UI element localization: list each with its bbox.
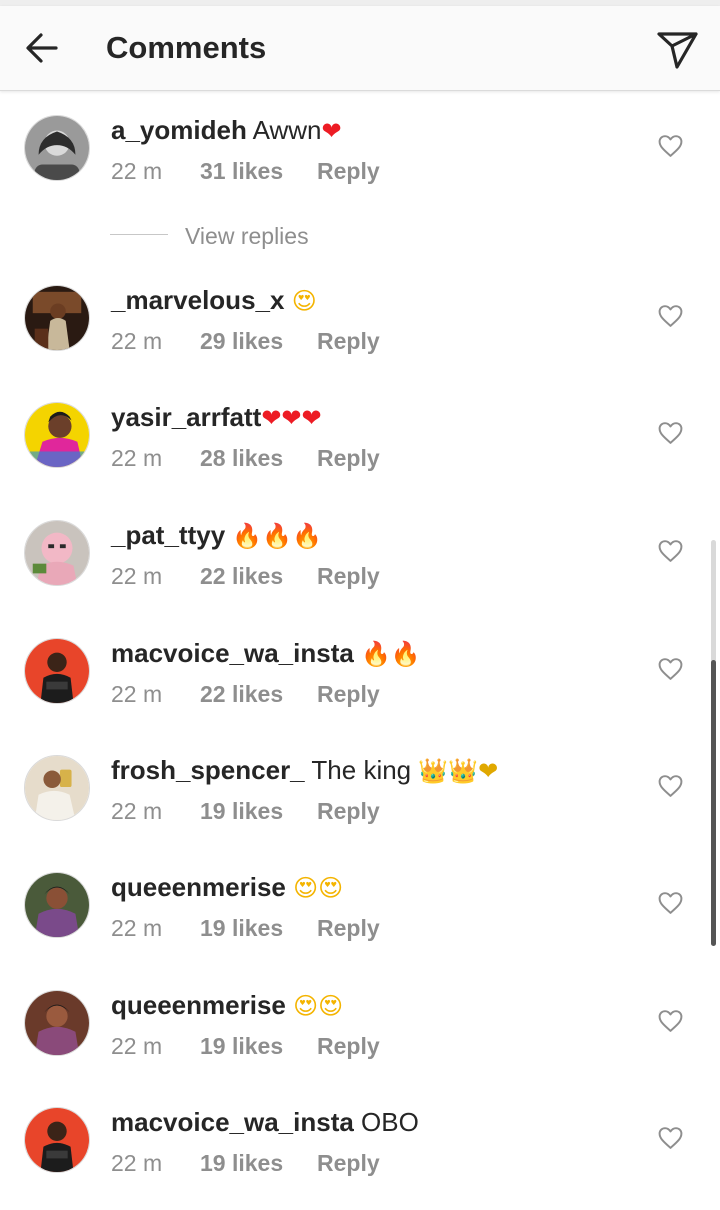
avatar[interactable] — [24, 285, 90, 351]
comment-item: queeenmerise 😍😍 22 m 19 likes Reply — [0, 872, 720, 972]
heart-icon[interactable] — [657, 774, 684, 798]
avatar[interactable] — [24, 638, 90, 704]
reply-button[interactable]: Reply — [317, 1150, 380, 1176]
comment-item: macvoice_wa_insta OBO 22 m 19 likes Reply — [0, 1107, 720, 1207]
view-replies-label: View replies — [185, 223, 309, 249]
comment-text: The king — [311, 755, 412, 785]
comment-likes[interactable]: 22 likes — [200, 680, 317, 708]
reply-button[interactable]: Reply — [317, 681, 380, 707]
share-button[interactable] — [654, 26, 700, 72]
comment-item: _marvelous_x 😍 22 m 29 likes Reply — [0, 285, 720, 385]
comment-item: frosh_spencer_ The king 👑👑❤ 22 m 19 likes… — [0, 755, 720, 855]
avatar[interactable] — [24, 402, 90, 468]
comment-likes[interactable]: 19 likes — [200, 1149, 317, 1177]
comment-emoji: 😍😍 — [293, 874, 344, 902]
reply-button[interactable]: Reply — [317, 798, 380, 824]
reply-button[interactable]: Reply — [317, 563, 380, 589]
heart-icon[interactable] — [657, 134, 684, 158]
comment-time: 22 m — [111, 328, 163, 354]
comment-username[interactable]: macvoice_wa_insta — [111, 638, 354, 668]
comment-username[interactable]: a_yomideh — [111, 115, 247, 145]
comment-item: macvoice_wa_insta 🔥🔥 22 m 22 likes Reply — [0, 638, 720, 738]
comment-username[interactable]: macvoice_wa_insta — [111, 1107, 354, 1137]
divider — [110, 234, 168, 235]
comment-time: 22 m — [111, 563, 163, 589]
heart-icon[interactable] — [657, 1009, 684, 1033]
avatar[interactable] — [24, 990, 90, 1056]
reply-button[interactable]: Reply — [317, 158, 380, 184]
comment-time: 22 m — [111, 1033, 163, 1059]
comment-item: _pat_ttyy 🔥🔥🔥 22 m 22 likes Reply — [0, 520, 720, 620]
comment-likes[interactable]: 19 likes — [200, 914, 317, 942]
reply-button[interactable]: Reply — [317, 1033, 380, 1059]
comment-item: a_yomideh Awwn❤ 22 m 31 likes Reply — [0, 115, 720, 215]
comment-likes[interactable]: 28 likes — [200, 444, 317, 472]
comment-likes[interactable]: 31 likes — [200, 157, 317, 185]
comment-emoji: ❤ — [321, 117, 342, 145]
comment-time: 22 m — [111, 681, 163, 707]
comment-username[interactable]: yasir_arrfatt — [111, 402, 261, 432]
comment-text: OBO — [361, 1107, 419, 1137]
reply-button[interactable]: Reply — [317, 328, 380, 354]
comment-emoji: 🔥🔥 — [361, 640, 421, 668]
comment-time: 22 m — [111, 158, 163, 184]
comment-likes[interactable]: 19 likes — [200, 1032, 317, 1060]
page-title: Comments — [106, 30, 267, 65]
comment-item: yasir_arrfatt❤❤❤ 22 m 28 likes Reply — [0, 402, 720, 502]
comment-text: Awwn — [252, 115, 322, 145]
comments-header: Comments — [0, 6, 720, 91]
comment-emoji: 🔥🔥🔥 — [232, 522, 323, 550]
comment-emoji: 😍 — [291, 287, 317, 315]
comment-emoji: 😍😍 — [293, 992, 344, 1020]
reply-button[interactable]: Reply — [317, 445, 380, 471]
heart-icon[interactable] — [657, 657, 684, 681]
avatar[interactable] — [24, 872, 90, 938]
comment-time: 22 m — [111, 1150, 163, 1176]
avatar[interactable] — [24, 755, 90, 821]
comment-username[interactable]: queeenmerise — [111, 990, 286, 1020]
comment-emoji: ❤❤❤ — [261, 404, 322, 432]
comment-username[interactable]: queeenmerise — [111, 872, 286, 902]
comment-time: 22 m — [111, 445, 163, 471]
comment-likes[interactable]: 29 likes — [200, 327, 317, 355]
scrollbar-thumb[interactable] — [711, 660, 716, 946]
comment-time: 22 m — [111, 798, 163, 824]
comment-username[interactable]: _marvelous_x — [111, 285, 284, 315]
paper-plane-icon — [657, 32, 698, 69]
avatar[interactable] — [24, 520, 90, 586]
comment-likes[interactable]: 19 likes — [200, 797, 317, 825]
arrow-left-icon — [26, 33, 58, 63]
comment-username[interactable]: _pat_ttyy — [111, 520, 225, 550]
reply-button[interactable]: Reply — [317, 915, 380, 941]
heart-icon[interactable] — [657, 304, 684, 328]
heart-icon[interactable] — [657, 539, 684, 563]
comment-username[interactable]: frosh_spencer_ — [111, 755, 305, 785]
comment-emoji: 👑👑❤ — [418, 757, 499, 785]
comment-time: 22 m — [111, 915, 163, 941]
comment-likes[interactable]: 22 likes — [200, 562, 317, 590]
back-button[interactable] — [22, 28, 62, 68]
heart-icon[interactable] — [657, 421, 684, 445]
heart-icon[interactable] — [657, 1126, 684, 1150]
avatar[interactable] — [24, 1107, 90, 1173]
comment-item: queeenmerise 😍😍 22 m 19 likes Reply — [0, 990, 720, 1090]
heart-icon[interactable] — [657, 891, 684, 915]
avatar[interactable] — [24, 115, 90, 181]
